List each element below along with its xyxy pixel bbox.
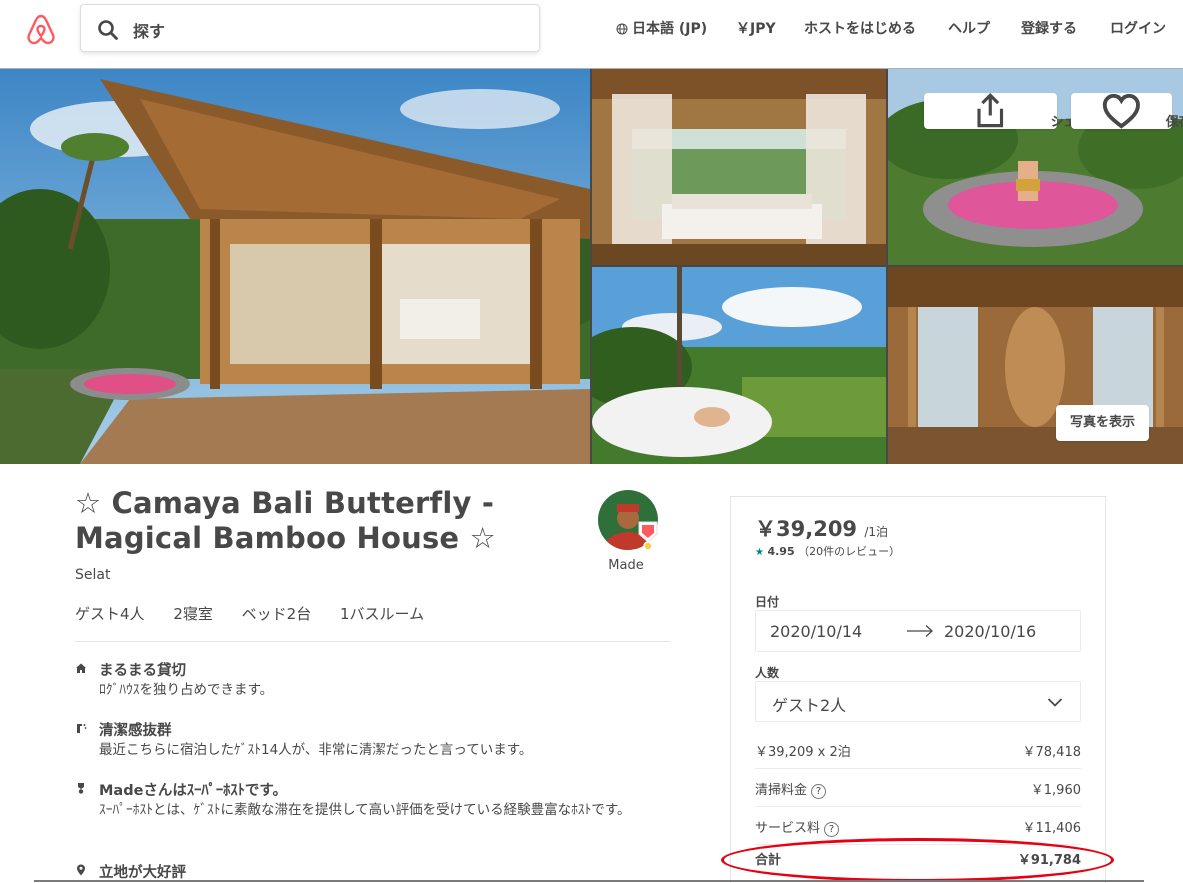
highlight-title: 立地が大好評 [99,865,186,881]
highlight-desc: 最近こちらに宿泊したｹﾞｽﾄ14人が、非常に清潔だったと言っています。 [99,742,533,758]
highlight-title: まるまる貸切 [99,663,186,679]
photo-bedroom[interactable] [592,69,886,265]
fact-bedrooms: 2寝室 [173,605,213,623]
location-pin-icon [77,864,85,876]
airbnb-logo-icon[interactable] [24,12,58,46]
service-fee-label: サービス料 [755,821,821,836]
signup-link[interactable]: 登録する [1021,18,1077,38]
chevron-down-icon [1047,698,1063,707]
nights-value: ￥78,418 [1022,745,1082,760]
cleaning-fee-label: 清掃料金 [755,783,808,798]
rating-summary[interactable]: ★ 4.95 （20件のレビュー） [755,543,900,559]
login-link[interactable]: ログイン [1110,18,1166,38]
checkout-date[interactable]: 2020/10/16 [944,622,1036,641]
highlight-entire-home: まるまる貸切 ﾛｸﾞﾊｳｽを独り占めできます。 [75,659,675,703]
listing-title: ☆ Camaya Bali Butterfly - Magical Bamboo… [75,486,496,555]
fact-beds: ベッド2台 [241,605,312,623]
price-value: ￥39,209 [755,517,858,541]
share-icon [977,93,1004,128]
highlight-desc: ｽｰﾊﾟｰﾎｽﾄとは、ｹﾞｽﾄに素敵な滞在を提供して高い評価を受けている経験豊富… [99,802,631,818]
listing-facts: ゲスト4人 2寝室 ベッド2台 1バスルーム [75,603,448,624]
save-button[interactable]: 保存 [1071,93,1183,130]
highlight-title: 清潔感抜群 [99,723,172,739]
nights-label: ￥39,209 x 2泊 [755,745,851,760]
fact-guests: ゲスト4人 [75,605,145,623]
superhost-badge-icon [638,521,658,551]
language-selector[interactable]: 日本語 (JP) [616,18,707,38]
arrow-right-icon [907,625,933,637]
save-label: 保存 [1165,115,1183,130]
fact-bathrooms: 1バスルーム [339,605,425,623]
highlight-desc: ﾛｸﾞﾊｳｽを独り占めできます。 [99,682,274,698]
heart-icon [1102,93,1140,129]
search-input[interactable]: 探す [133,18,165,42]
photo-flower-bath[interactable]: シェアする 保存 [888,69,1183,265]
share-button[interactable]: シェアする [924,93,1116,130]
medal-icon [78,783,84,794]
nightly-price: ￥39,209 /1泊 [755,513,888,543]
main-photo[interactable] [0,69,590,464]
guests-value: ゲスト2人 [772,696,847,715]
photo-gallery[interactable]: シェアする 保存 [0,68,1183,464]
search-bar[interactable]: 探す [80,4,540,52]
price-unit: /1泊 [864,525,889,539]
highlight-clean: 清潔感抜群 最近こちらに宿泊したｹﾞｽﾄ14人が、非常に清潔だったと言っています… [75,719,675,763]
service-fee-label-group: サービス料? [755,817,840,837]
service-fee-value: ￥11,406 [1022,821,1082,836]
checkin-date[interactable]: 2020/10/14 [770,622,862,641]
photo-interior[interactable]: 写真を表示 [888,267,1183,464]
clean-icon [77,724,87,733]
date-range-picker[interactable]: 2020/10/14 2020/10/16 [755,610,1081,652]
booking-panel: ￥39,209 /1泊 ★ 4.95 （20件のレビュー） 日付 2020/10… [730,496,1106,883]
section-divider [75,641,670,642]
top-header: 探す 日本語 (JP) ￥JPY ホストをはじめる ヘルプ 登録する ログイン [0,0,1183,60]
bottom-edge-line [34,880,1144,882]
host-name[interactable]: Made [596,558,656,573]
listing-location: Selat [75,567,111,583]
language-label: 日本語 (JP) [632,21,708,37]
help-icon[interactable]: ? [824,822,840,837]
star-icon: ★ [755,547,764,558]
price-row-nights: ￥39,209 x 2泊 ￥78,418 [755,731,1081,769]
show-photos-button[interactable]: 写真を表示 [1056,405,1150,441]
guests-select[interactable]: ゲスト2人 [755,681,1081,722]
guests-label: 人数 [755,666,780,680]
review-count[interactable]: （20件のレビュー） [798,545,900,558]
photo-jungle-view[interactable] [592,267,886,464]
help-link[interactable]: ヘルプ [948,18,990,38]
highlight-superhost: Madeさんはｽｰﾊﾟｰﾎｽﾄです。 ｽｰﾊﾟｰﾎｽﾄとは、ｹﾞｽﾄに素敵な滞在… [75,779,675,845]
price-row-cleaning: 清掃料金? ￥1,960 [755,769,1081,807]
host-link[interactable]: ホストをはじめる [804,18,916,38]
total-highlight-annotation [721,838,1114,882]
currency-selector[interactable]: ￥JPY [736,18,776,38]
home-icon [76,663,86,673]
search-icon [98,20,118,40]
dates-label: 日付 [755,595,780,609]
globe-icon [616,23,628,35]
cleaning-fee-value: ￥1,960 [1030,783,1081,798]
rating-value: 4.95 [767,545,795,558]
cleaning-fee-label-group: 清掃料金? [755,779,827,799]
highlight-title: Madeさんはｽｰﾊﾟｰﾎｽﾄです。 [99,783,287,799]
help-icon[interactable]: ? [811,784,827,799]
